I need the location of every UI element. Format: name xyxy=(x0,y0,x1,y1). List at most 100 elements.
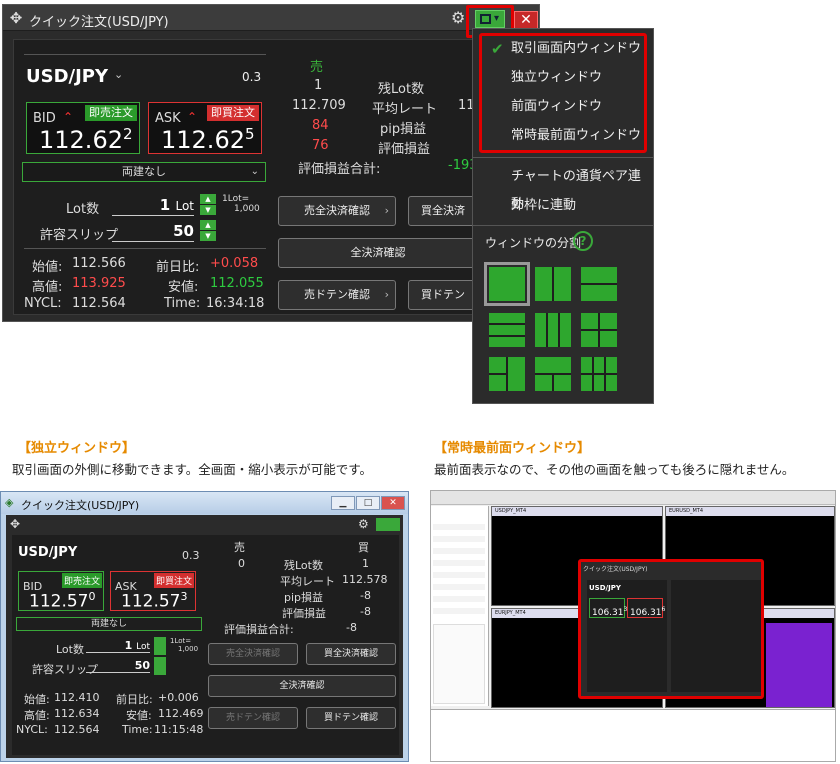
help-icon[interactable]: ? xyxy=(573,231,593,251)
menu-item-frame-link[interactable]: 外枠に連動 xyxy=(473,192,653,220)
change-value: +0.006 xyxy=(158,691,199,704)
position-sell-lots: 0 xyxy=(238,557,245,570)
buy-doten-button[interactable]: 買ドテン確認 xyxy=(306,707,396,729)
lot-input[interactable]: 1 Lot xyxy=(86,639,150,653)
layout-3-left-split-icon[interactable] xyxy=(489,357,525,391)
terminal-panel xyxy=(431,709,835,761)
position-sell-pl: 76 xyxy=(312,138,329,153)
sell-header: 売 xyxy=(234,541,245,554)
split-label: ウィンドウの分割 xyxy=(485,236,582,250)
bid-quote[interactable]: BID 即売注文 112.570 xyxy=(18,571,104,612)
buy-all-close-button[interactable]: 買全決済確認 xyxy=(306,643,396,665)
maximize-button[interactable]: □ xyxy=(356,496,380,510)
menu-item-independent[interactable]: 独立ウィンドウ xyxy=(473,64,653,92)
window-title: クイック注文(USD/JPY) xyxy=(21,499,140,512)
unrealized-pl-label: 評価損益 xyxy=(378,142,431,157)
hedge-select[interactable]: 両建なし xyxy=(16,617,202,631)
ask-label: ASK xyxy=(155,111,181,126)
toolbar xyxy=(431,491,835,505)
lot-label: Lot数 xyxy=(56,643,84,656)
lot-input[interactable]: 1 Lot xyxy=(112,196,194,216)
ask-quote[interactable]: ASK ⌃ 即買注文 112.625 xyxy=(148,102,262,154)
pip-pl-label: pip損益 xyxy=(284,591,324,604)
all-close-button[interactable]: 全決済確認 xyxy=(278,238,478,268)
move-icon[interactable]: ✥ xyxy=(8,10,24,26)
sell-doten-button[interactable]: 売ドテン確認 xyxy=(208,707,298,729)
change-label: 前日比: xyxy=(156,260,200,275)
close-button[interactable]: ✕ xyxy=(514,11,538,29)
high-label: 高値: xyxy=(32,280,63,295)
lot-stepper[interactable] xyxy=(154,637,166,655)
buy-doten-button[interactable]: 買ドテン xyxy=(408,280,478,310)
bid-quote[interactable]: BID ⌃ 即売注文 112.622 xyxy=(26,102,140,154)
instant-sell-button[interactable]: 即売注文 xyxy=(85,105,137,121)
popup-left-panel: USD/JPY 106.313 106.316 xyxy=(587,580,667,692)
total-pl-value: -8 xyxy=(346,621,357,634)
instant-buy-button[interactable]: 即買注文 xyxy=(153,573,194,588)
ask-price: 112.625 xyxy=(161,125,255,154)
layout-6-grid-icon[interactable] xyxy=(581,357,617,391)
time-value: 11:15:48 xyxy=(154,723,204,736)
menu-item-chart-link[interactable]: チャートの通貨ペア連動 xyxy=(473,163,653,212)
up-arrow-icon: ⌃ xyxy=(63,110,74,124)
high-value: 112.634 xyxy=(54,707,100,720)
all-close-button[interactable]: 全決済確認 xyxy=(208,675,396,697)
chevron-down-icon[interactable]: ⌄ xyxy=(114,68,123,81)
menu-item-front[interactable]: 前面ウィンドウ xyxy=(473,93,653,121)
layout-2-vertical-icon[interactable] xyxy=(535,267,571,301)
independent-caption-title: 【独立ウィンドウ】 xyxy=(18,441,136,456)
sell-header: 売 xyxy=(310,60,324,75)
nycl-label: NYCL: xyxy=(16,723,48,736)
symbol-selector[interactable]: USD/JPY xyxy=(26,66,108,87)
minimize-button[interactable]: ▁ xyxy=(331,496,355,510)
chart-area-fill xyxy=(766,623,832,707)
layout-3-vertical-icon[interactable] xyxy=(535,313,571,347)
layout-3-top-split-icon[interactable] xyxy=(535,357,571,391)
symbol-selector[interactable]: USD/JPY xyxy=(18,545,77,560)
lot-stepper[interactable]: ▲ ▼ xyxy=(200,194,216,216)
menu-item-in-window[interactable]: ✔ 取引画面内ウィンドウ xyxy=(473,35,653,63)
high-value: 113.925 xyxy=(72,276,126,291)
ask-quote[interactable]: ASK 即買注文 112.573 xyxy=(110,571,196,612)
buy-all-close-button[interactable]: 買全決済 xyxy=(408,196,478,226)
hedge-select[interactable]: 両建なし ⌄ xyxy=(22,162,266,182)
layout-3-horizontal-icon[interactable] xyxy=(489,313,525,347)
position-buy-rate: 112.578 xyxy=(342,573,388,586)
layout-2-horizontal-icon[interactable] xyxy=(581,267,617,301)
move-icon[interactable]: ✥ xyxy=(10,517,20,531)
title-bar[interactable]: ✥ クイック注文(USD/JPY) ⚙ ▾ ✕ xyxy=(3,5,539,38)
order-panel: ✥ ⚙ USD/JPY 0.3 BID 即売注文 112.570 ASK 即買注… xyxy=(6,515,403,758)
slippage-stepper[interactable] xyxy=(154,657,166,675)
window-mode-button[interactable] xyxy=(376,518,400,531)
layout-4-grid-icon[interactable] xyxy=(581,313,617,347)
gear-icon[interactable]: ⚙ xyxy=(358,517,369,531)
independent-window-screenshot: ◈ クイック注文(USD/JPY) ▁ □ ✕ ✥ ⚙ USD/JPY 0.3 … xyxy=(0,491,409,762)
check-icon: ✔ xyxy=(491,40,504,58)
chevron-down-icon: ⌄ xyxy=(250,166,259,177)
slippage-input[interactable]: 50 xyxy=(86,659,150,673)
position-sell-lots: 1 xyxy=(314,78,323,93)
menu-item-always-top[interactable]: 常時最前面ウィンドウ xyxy=(473,122,653,150)
instant-sell-button[interactable]: 即売注文 xyxy=(61,573,102,588)
slippage-input[interactable]: 50 xyxy=(112,222,194,242)
low-value: 112.469 xyxy=(158,707,204,720)
open-value: 112.566 xyxy=(72,256,126,271)
window-mode-menu: ✔ 取引画面内ウィンドウ 独立ウィンドウ 前面ウィンドウ 常時最前面ウィンドウ … xyxy=(472,28,654,404)
menu-separator xyxy=(473,157,653,158)
nycl-value: 112.564 xyxy=(72,296,126,311)
topmost-quick-order-popup[interactable]: クイック注文(USD/JPY) USD/JPY 106.313 106.316 xyxy=(578,559,764,699)
change-value: +0.058 xyxy=(210,256,259,271)
sell-doten-button[interactable]: 売ドテン確認 › xyxy=(278,280,396,310)
total-pl-label: 評価損益合計: xyxy=(224,623,294,636)
layout-1-icon[interactable] xyxy=(484,262,530,306)
close-button[interactable]: ✕ xyxy=(381,496,405,510)
independent-caption-text: 取引画面の外側に移動できます。全画面・縮小表示が可能です。 xyxy=(12,462,373,477)
lot-note: 1Lot= 1,000 xyxy=(222,194,260,214)
slippage-stepper[interactable]: ▲ ▼ xyxy=(200,220,216,242)
position-sell-pips: 84 xyxy=(312,118,329,133)
sell-all-close-button[interactable]: 売全決済確認 xyxy=(208,643,298,665)
gear-icon[interactable]: ⚙ xyxy=(451,10,465,26)
sell-all-close-button[interactable]: 売全決済確認 › xyxy=(278,196,396,226)
instant-buy-button[interactable]: 即買注文 xyxy=(207,105,259,121)
quote-list xyxy=(433,518,485,618)
